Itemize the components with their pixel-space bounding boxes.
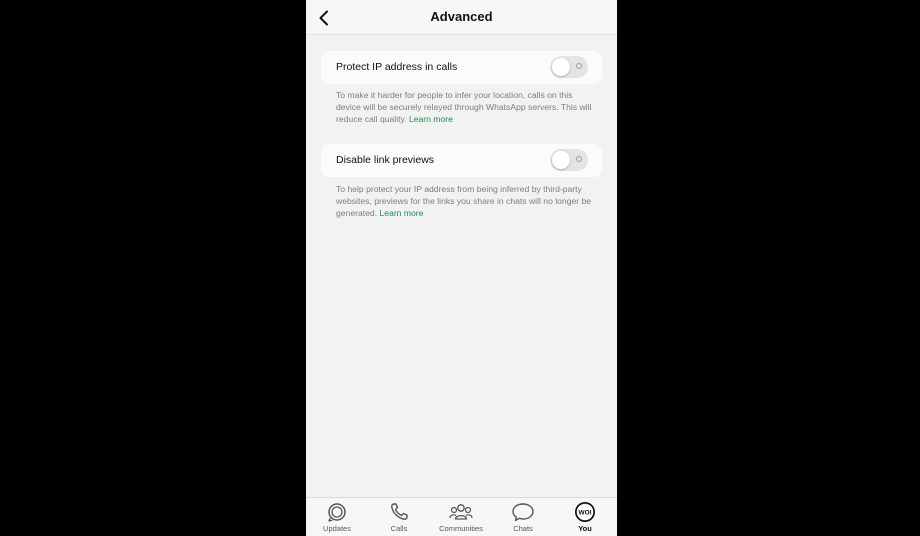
toggle-knob [552,58,570,76]
description-text: To help protect your IP address from bei… [336,184,592,218]
learn-more-link[interactable]: Learn more [409,114,453,124]
tab-label: Updates [323,524,351,533]
tab-chats[interactable]: Chats [492,501,554,535]
setting-protect-ip: Protect IP address in calls [321,51,602,84]
tab-label: Communities [439,524,483,533]
learn-more-link[interactable]: Learn more [379,208,423,218]
setting-label: Disable link previews [336,154,435,166]
toggle-knob [552,151,570,169]
tab-calls[interactable]: Calls [368,501,430,535]
updates-icon [328,503,346,522]
phone-screen: Advanced Protect IP address in calls To … [306,0,617,536]
setting-label: Protect IP address in calls [336,61,458,73]
tab-bar: Updates Calls Communities Chats WOI You [306,497,617,536]
setting-description: To help protect your IP address from bei… [336,183,594,219]
chat-bubble-icon [512,503,534,522]
protect-ip-toggle[interactable] [550,56,588,78]
page-title: Advanced [430,9,493,24]
profile-avatar-icon: WOI [575,502,595,522]
link-previews-toggle[interactable] [550,149,588,171]
tab-communities[interactable]: Communities [430,501,492,535]
avatar-text: WOI [579,510,592,517]
tab-label: Calls [390,524,408,533]
tab-label: Chats [513,524,533,533]
tab-updates[interactable]: Updates [306,501,368,535]
setting-disable-link-previews: Disable link previews [321,144,602,177]
phone-icon [391,503,408,520]
description-text: To make it harder for people to infer yo… [336,90,592,124]
tab-label: You [578,524,592,533]
toggle-off-indicator [576,63,582,69]
nav-header: Advanced [306,0,617,35]
setting-description: To make it harder for people to infer yo… [336,89,594,125]
tab-you[interactable]: WOI You [554,501,616,535]
communities-icon [449,504,473,520]
toggle-off-indicator [576,156,582,162]
